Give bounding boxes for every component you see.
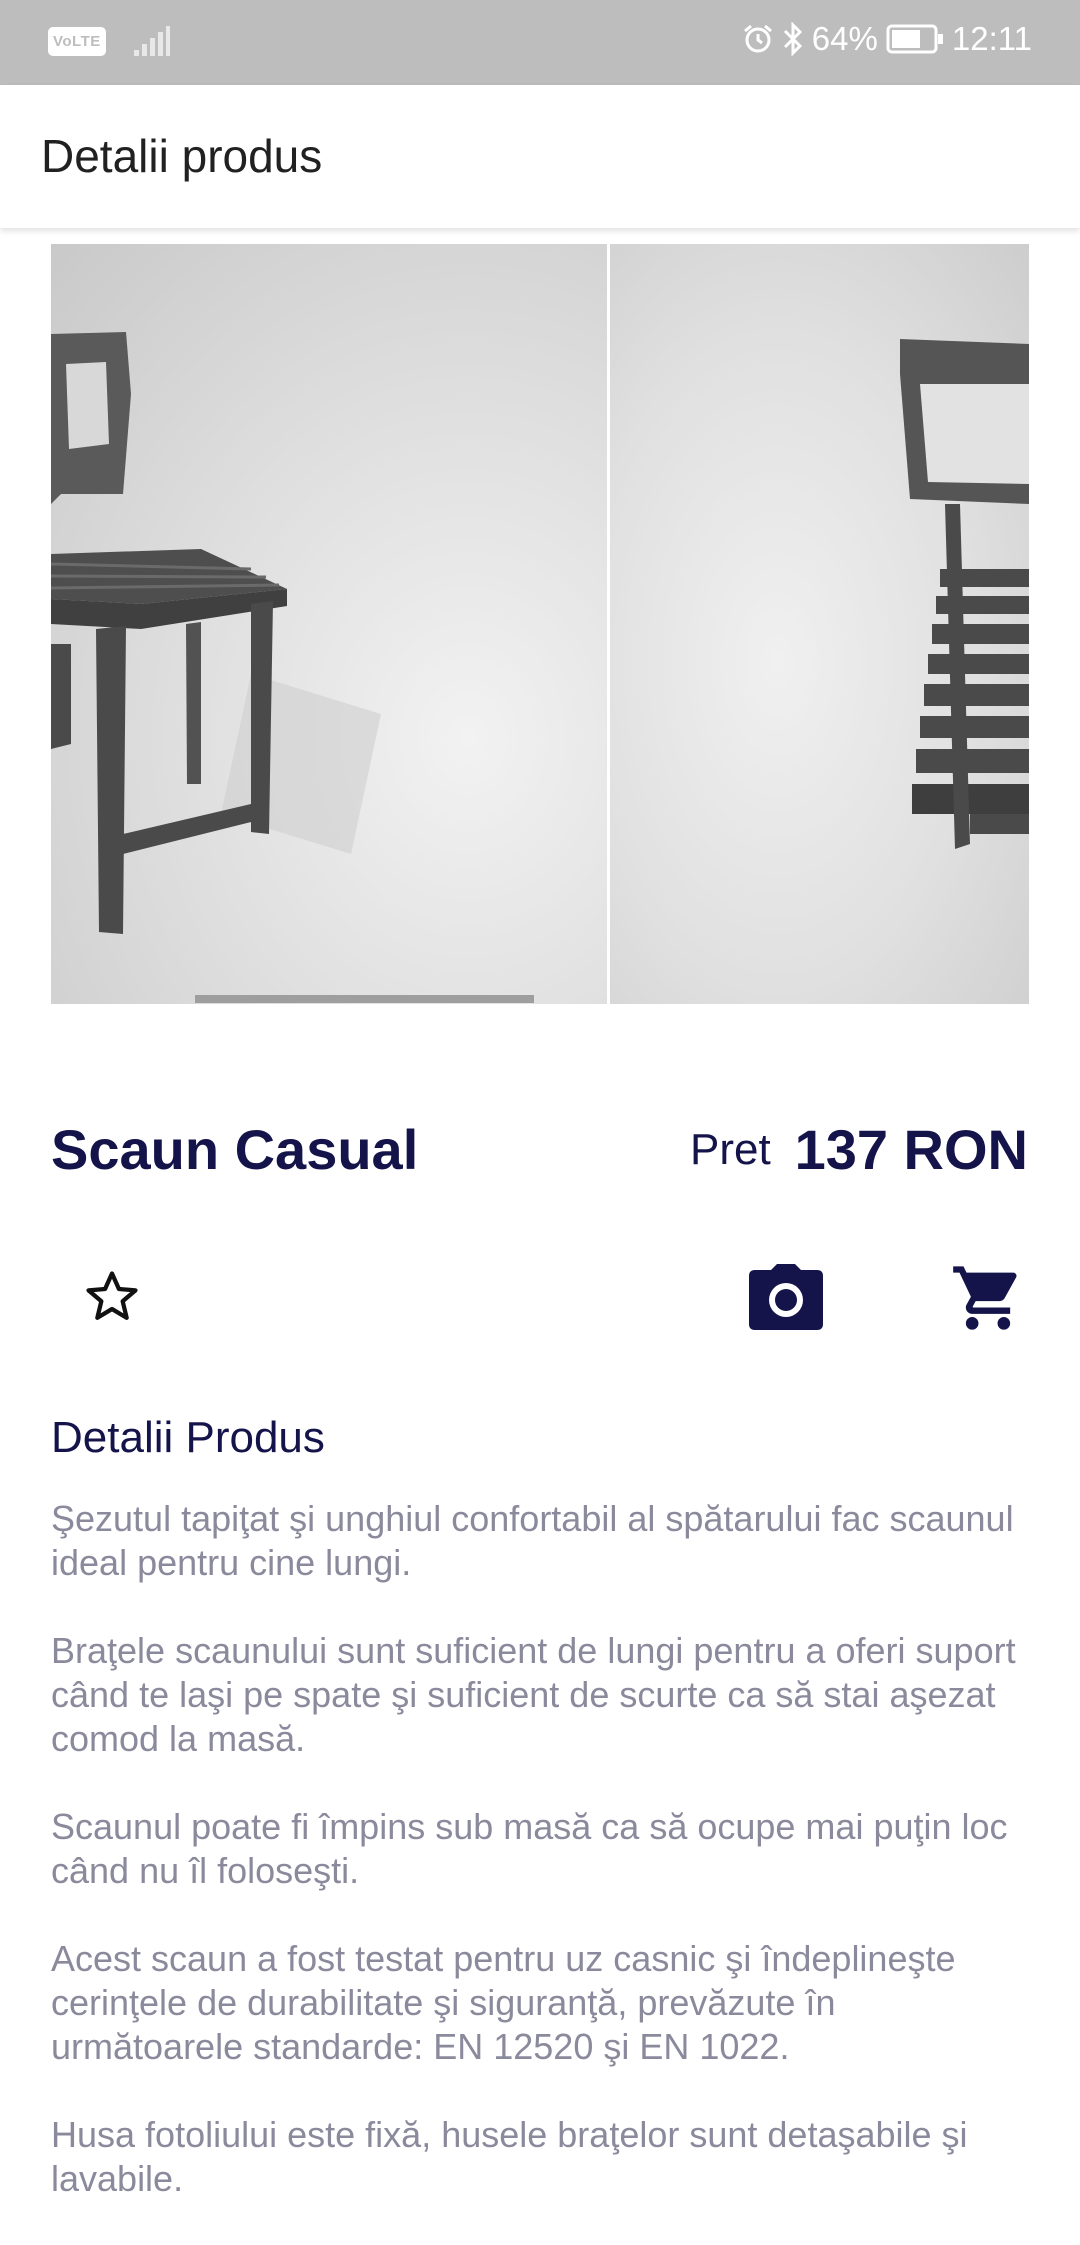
product-description: Şezutul tapiţat şi unghiul confortabil a…	[51, 1497, 1031, 2245]
cart-icon	[953, 1266, 1017, 1330]
add-to-cart-button[interactable]	[950, 1260, 1026, 1336]
product-image-2[interactable]	[610, 244, 1029, 1004]
gallery-scrollbar[interactable]	[195, 995, 534, 1003]
star-outline-icon	[86, 1271, 138, 1320]
price-label: Pret	[690, 1125, 771, 1174]
status-bar: VoLTE 64% 12:11	[0, 0, 1080, 85]
description-paragraph: Scaunul poate fi împins sub masă ca să o…	[51, 1806, 1008, 1891]
app-bar: Detalii produs	[0, 85, 1080, 228]
status-bar-right: 64% 12:11	[742, 20, 1032, 58]
battery-icon	[886, 24, 943, 54]
bluetooth-icon	[783, 22, 802, 56]
product-image-gallery[interactable]	[51, 244, 1029, 1004]
description-paragraph: Braţele scaunului sunt suficient de lung…	[51, 1630, 1016, 1759]
description-paragraph: Şezutul tapiţat şi unghiul confortabil a…	[51, 1498, 1014, 1583]
product-image-1[interactable]	[51, 244, 607, 1004]
price-value: 137 RON	[794, 1118, 1028, 1181]
chair-front-image	[51, 332, 381, 934]
camera-icon	[749, 1264, 823, 1330]
signal-icon	[133, 26, 170, 56]
alarm-icon	[743, 24, 772, 53]
status-bar-left: VoLTE	[48, 26, 170, 56]
battery-percent: 64%	[811, 20, 878, 57]
volte-badge: VoLTE	[48, 26, 106, 56]
details-title: Detalii Produs	[51, 1413, 325, 1462]
description-paragraph: Husa fotoliului este fixă, husele braţel…	[51, 2114, 968, 2199]
description-paragraph: Acest scaun a fost testat pentru uz casn…	[51, 1938, 956, 2067]
clock: 12:11	[951, 20, 1032, 57]
product-name: Scaun Casual	[51, 1118, 419, 1181]
favorite-button[interactable]	[80, 1265, 144, 1329]
chair-side-image	[900, 339, 1029, 849]
camera-button[interactable]	[747, 1262, 825, 1332]
page-title: Detalii produs	[41, 130, 323, 182]
